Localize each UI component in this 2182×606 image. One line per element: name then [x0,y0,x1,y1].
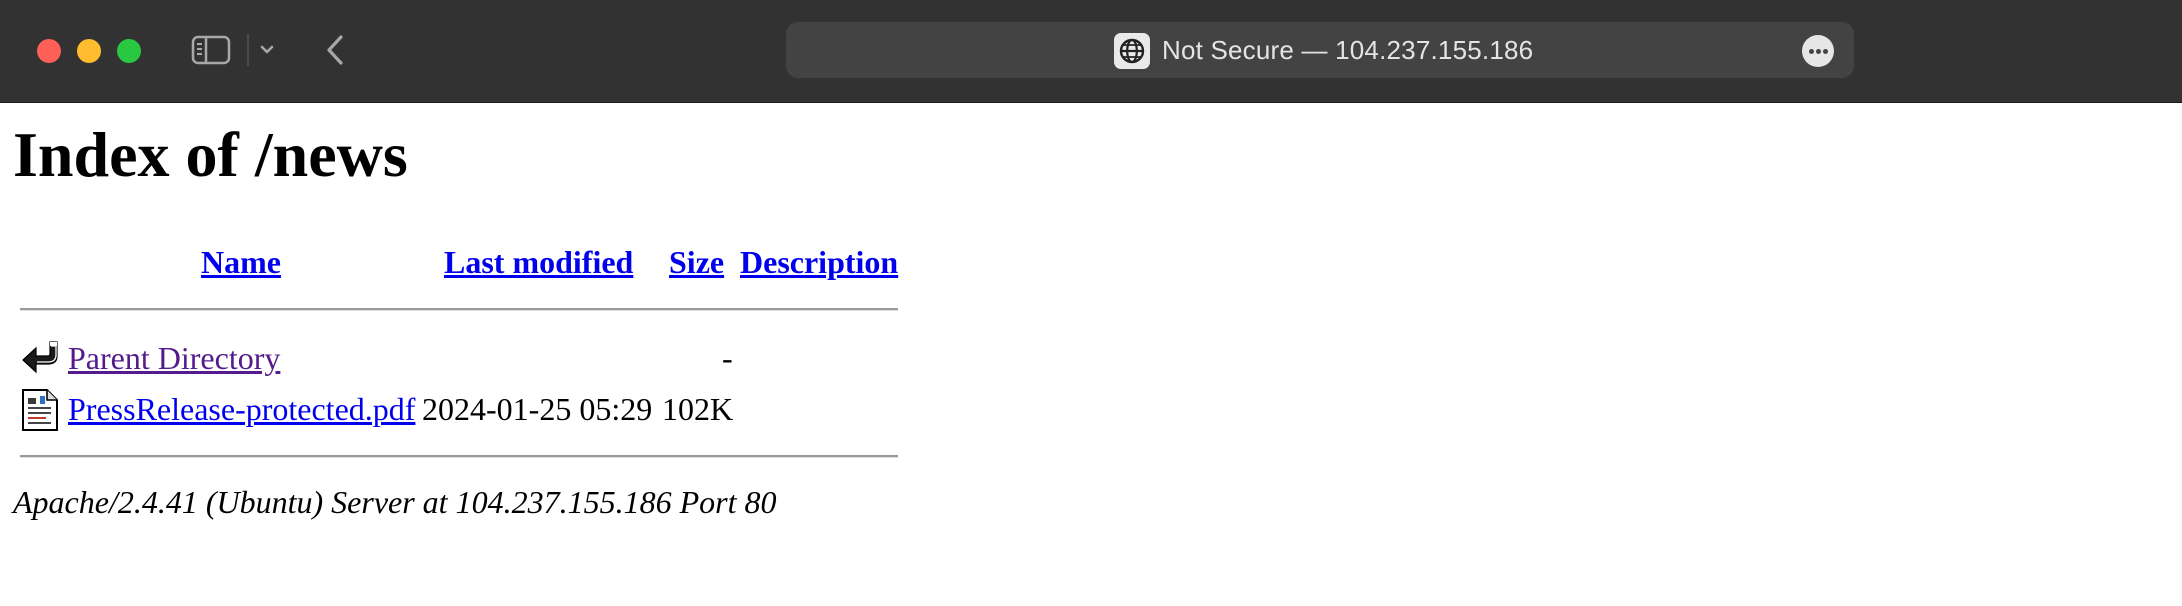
toolbar-divider [247,34,249,66]
page-title: Index of /news [13,119,408,190]
address-bar[interactable]: Not Secure — 104.237.155.186 [786,22,1854,78]
back-arrow-icon[interactable] [320,32,352,68]
minimize-window-button[interactable] [77,39,101,63]
maximize-window-button[interactable] [117,39,141,63]
row-size: 102K [662,391,734,427]
url-text[interactable]: Not Secure — 104.237.155.186 [1162,35,1533,66]
document-icon [20,388,60,432]
table-bottom-divider [20,455,898,458]
server-signature: Apache/2.4.41 (Ubuntu) Server at 104.237… [13,484,777,520]
row-size: - [722,340,733,376]
browser-toolbar: Not Secure — 104.237.155.186 [0,0,2182,103]
more-options-icon[interactable] [1802,35,1834,67]
column-header-description[interactable]: Description [740,242,898,282]
table-top-divider [20,308,898,311]
row-last-modified: 2024-01-25 05:29 [422,391,653,427]
parent-directory-link[interactable]: Parent Directory [68,338,280,378]
column-header-size[interactable]: Size [669,242,724,282]
sidebar-toggle-icon[interactable] [191,34,231,66]
close-window-button[interactable] [37,39,61,63]
file-link[interactable]: PressRelease-protected.pdf [68,389,415,429]
chevron-down-icon[interactable] [257,40,277,60]
back-arrow-icon [20,336,60,380]
globe-icon [1114,33,1150,69]
column-header-name[interactable]: Name [201,242,281,282]
column-header-last-modified[interactable]: Last modified [444,242,633,282]
